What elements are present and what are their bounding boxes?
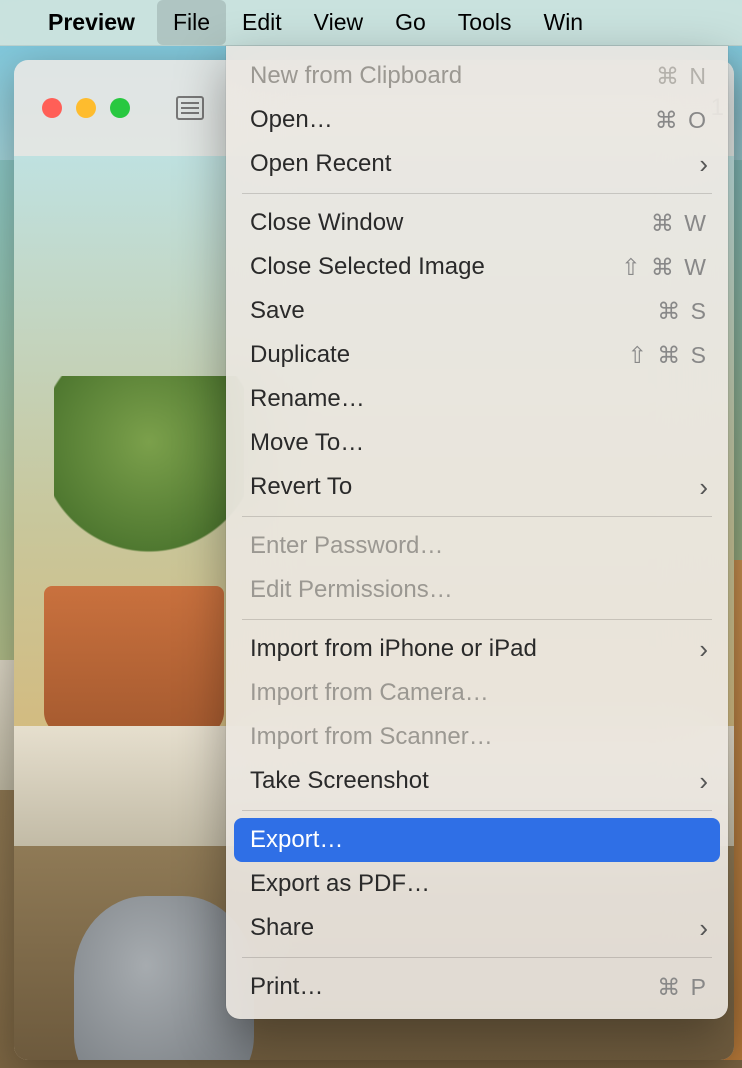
menu-item-label: Open Recent	[250, 150, 699, 178]
menu-item-label: Open…	[250, 106, 655, 134]
menu-item-label: Rename…	[250, 385, 708, 413]
close-window-button[interactable]	[42, 98, 62, 118]
menu-item-move-to[interactable]: Move To…	[226, 421, 728, 465]
menu-item-import-scanner: Import from Scanner…	[226, 715, 728, 759]
chevron-right-icon: ›	[699, 766, 708, 797]
menu-go[interactable]: Go	[379, 0, 442, 45]
chevron-right-icon: ›	[699, 472, 708, 503]
menu-separator	[242, 193, 712, 194]
menu-item-shortcut: ⌘ S	[657, 298, 708, 325]
menu-window[interactable]: Win	[527, 0, 599, 45]
menu-item-label: Export…	[250, 826, 708, 854]
system-menubar: Preview File Edit View Go Tools Win	[0, 0, 742, 46]
menu-item-export[interactable]: Export…	[234, 818, 720, 862]
menu-item-rename[interactable]: Rename…	[226, 377, 728, 421]
menu-item-duplicate[interactable]: Duplicate ⇧ ⌘ S	[226, 333, 728, 377]
menu-separator	[242, 619, 712, 620]
menu-item-import-iphone-ipad[interactable]: Import from iPhone or iPad ›	[226, 627, 728, 671]
menu-file[interactable]: File	[157, 0, 226, 45]
menu-item-label: Share	[250, 914, 699, 942]
menu-item-edit-permissions: Edit Permissions…	[226, 568, 728, 612]
app-name[interactable]: Preview	[38, 9, 145, 36]
chevron-right-icon: ›	[699, 913, 708, 944]
menu-item-open-recent[interactable]: Open Recent ›	[226, 142, 728, 186]
menu-item-label: Take Screenshot	[250, 767, 699, 795]
menu-item-open[interactable]: Open… ⌘ O	[226, 98, 728, 142]
menu-item-label: Close Selected Image	[250, 253, 621, 281]
menu-item-label: Export as PDF…	[250, 870, 708, 898]
menu-item-shortcut: ⌘ W	[651, 210, 708, 237]
menu-edit[interactable]: Edit	[226, 0, 298, 45]
menu-tools[interactable]: Tools	[442, 0, 528, 45]
menu-separator	[242, 810, 712, 811]
menu-item-share[interactable]: Share ›	[226, 906, 728, 950]
menu-item-revert-to[interactable]: Revert To ›	[226, 465, 728, 509]
menu-item-close-window[interactable]: Close Window ⌘ W	[226, 201, 728, 245]
traffic-lights	[42, 98, 130, 118]
menu-separator	[242, 957, 712, 958]
menu-item-close-selected-image[interactable]: Close Selected Image ⇧ ⌘ W	[226, 245, 728, 289]
menu-item-label: Edit Permissions…	[250, 576, 708, 604]
sidebar-toggle-icon[interactable]	[176, 96, 204, 120]
menu-item-shortcut: ⇧ ⌘ S	[628, 342, 708, 369]
menu-item-label: New from Clipboard	[250, 62, 656, 90]
zoom-window-button[interactable]	[110, 98, 130, 118]
menu-separator	[242, 516, 712, 517]
menu-item-shortcut: ⌘ O	[655, 107, 708, 134]
menu-item-enter-password: Enter Password…	[226, 524, 728, 568]
menu-item-print[interactable]: Print… ⌘ P	[226, 965, 728, 1009]
menu-item-shortcut: ⌘ P	[657, 974, 708, 1001]
menu-item-shortcut: ⇧ ⌘ W	[621, 254, 708, 281]
menu-item-label: Revert To	[250, 473, 699, 501]
file-menu-dropdown: New from Clipboard ⌘ N Open… ⌘ O Open Re…	[226, 46, 728, 1019]
menu-item-save[interactable]: Save ⌘ S	[226, 289, 728, 333]
menu-item-import-camera: Import from Camera…	[226, 671, 728, 715]
menu-item-label: Save	[250, 297, 657, 325]
menu-item-label: Import from iPhone or iPad	[250, 635, 699, 663]
menu-item-label: Move To…	[250, 429, 708, 457]
menu-view[interactable]: View	[298, 0, 379, 45]
menu-item-label: Import from Camera…	[250, 679, 708, 707]
menu-item-label: Print…	[250, 973, 657, 1001]
menu-item-shortcut: ⌘ N	[656, 63, 708, 90]
minimize-window-button[interactable]	[76, 98, 96, 118]
menu-item-new-from-clipboard: New from Clipboard ⌘ N	[226, 54, 728, 98]
menu-item-export-as-pdf[interactable]: Export as PDF…	[226, 862, 728, 906]
menu-item-label: Enter Password…	[250, 532, 708, 560]
chevron-right-icon: ›	[699, 149, 708, 180]
menu-item-label: Close Window	[250, 209, 651, 237]
chevron-right-icon: ›	[699, 634, 708, 665]
menu-item-label: Import from Scanner…	[250, 723, 708, 751]
menu-item-label: Duplicate	[250, 341, 628, 369]
menu-item-take-screenshot[interactable]: Take Screenshot ›	[226, 759, 728, 803]
